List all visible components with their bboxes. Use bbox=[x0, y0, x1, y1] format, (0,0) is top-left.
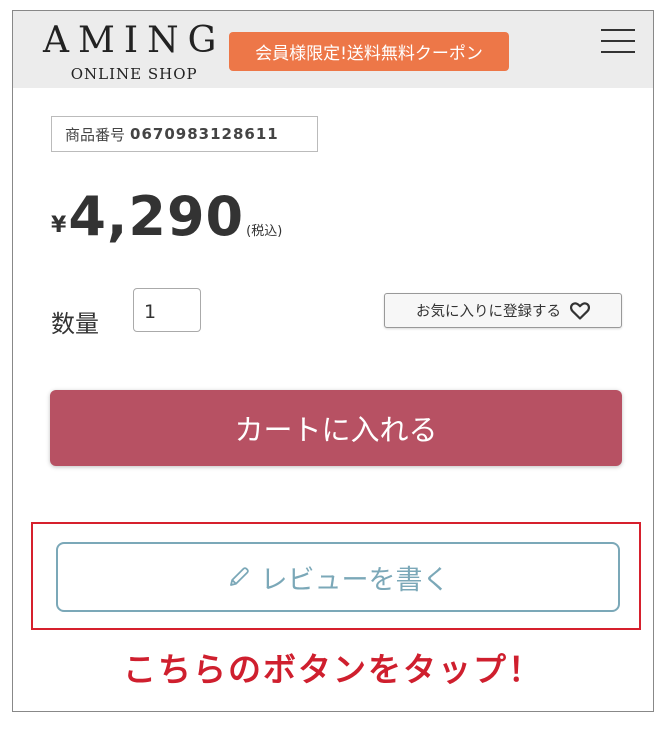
tap-instruction-text: こちらのボタンをタップ！ bbox=[123, 650, 543, 689]
favorites-label: お気に入りに登録する bbox=[416, 304, 561, 320]
logo-main-text: AMING bbox=[43, 20, 226, 61]
product-code-value: 0670983128611 bbox=[130, 125, 279, 143]
price-currency: ¥ bbox=[51, 213, 67, 238]
product-code-box: 商品番号 0670983128611 bbox=[51, 116, 318, 152]
add-to-favorites-button[interactable]: お気に入りに登録する bbox=[384, 293, 622, 328]
site-header: AMING ONLINE SHOP 会員様限定!送料無料クーポン bbox=[13, 11, 653, 88]
write-review-button[interactable]: レビューを書く bbox=[56, 542, 620, 612]
price-value: 4,290 bbox=[68, 185, 245, 248]
hamburger-menu-icon[interactable] bbox=[601, 29, 635, 53]
quantity-label: 数量 bbox=[51, 310, 99, 338]
site-logo[interactable]: AMING ONLINE SHOP bbox=[43, 20, 226, 84]
product-price: ¥ 4,290 (税込) bbox=[51, 187, 282, 247]
member-coupon-button[interactable]: 会員様限定!送料無料クーポン bbox=[229, 32, 509, 71]
heart-icon bbox=[569, 301, 591, 320]
phone-screen-frame: AMING ONLINE SHOP 会員様限定!送料無料クーポン 商品番号 06… bbox=[12, 10, 654, 712]
pencil-icon bbox=[227, 565, 251, 589]
add-to-cart-button[interactable]: カートに入れる bbox=[50, 390, 622, 466]
quantity-input[interactable] bbox=[133, 288, 201, 332]
logo-sub-text: ONLINE SHOP bbox=[70, 65, 198, 83]
write-review-label: レビューを書く bbox=[260, 564, 450, 596]
price-tax-note: (税込) bbox=[246, 224, 283, 239]
product-code-label: 商品番号 bbox=[65, 125, 126, 144]
